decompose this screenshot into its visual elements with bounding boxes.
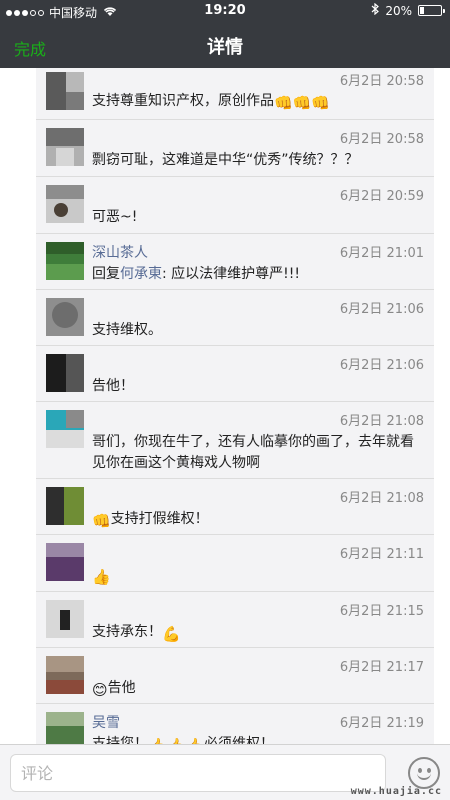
avatar[interactable] [46,298,84,336]
comment-item[interactable]: 6月2日 20:59 可恶~! [36,176,434,233]
comment-item[interactable]: 6月2日 21:06 告他！ [36,345,434,401]
comment-time: 6月2日 21:11 [339,547,424,562]
watermark: www.huajia.cc [350,786,442,797]
comment-item[interactable]: 6月2日 21:08 哥们，你现在牛了，还有人临摹你的画了，去年就看见你在画这个… [36,401,434,478]
right-status: 20% [371,2,445,18]
avatar[interactable] [46,656,84,694]
comment-time: 6月2日 21:17 [339,660,424,675]
avatar[interactable] [46,185,84,223]
comment-panel: 6月2日 20:58 支持尊重知识产权，原创作品👊👊👊 6月2日 20:58 剽… [36,68,434,744]
commenter-name[interactable]: 深山茶人 [92,242,148,262]
comment-time: 6月2日 21:08 [339,414,424,429]
comment-text: 哥们，你现在牛了，还有人临摹你的画了，去年就看见你在画这个黄梅戏人物啊 [92,434,414,471]
reply-prefix: 回复 [92,266,120,282]
nav-bar: 完成 详情 [0,22,450,68]
comment-item[interactable]: 6月2日 21:17 😊告他 [36,647,434,703]
comment-input[interactable] [10,754,386,792]
comment-body: 支持您！ [92,736,148,744]
thumbs-up-emoji: 👍 [92,568,111,586]
comment-text: 支持您！👍👍👍必须维权！ [92,734,426,744]
avatar[interactable] [46,242,84,280]
comment-item[interactable]: 6月2日 20:58 支持尊重知识产权，原创作品👊👊👊 [36,68,434,119]
comment-text: 告他！ [92,378,134,394]
comment-time: 6月2日 20:58 [339,132,424,147]
comment-item[interactable]: 6月2日 21:11 👍 [36,534,434,591]
comment-time: 6月2日 21:06 [339,302,424,317]
smile-emoji: 😊 [92,681,108,699]
comment-body-tail: 必须维权！ [204,736,275,744]
avatar[interactable] [46,487,84,525]
comment-body: 告他 [107,680,136,696]
comment-bar: www.huajia.cc [0,744,450,800]
battery-percent: 20% [385,3,412,18]
comment-time: 6月2日 21:08 [339,491,424,506]
comment-time: 6月2日 21:06 [339,358,424,373]
page-title: 详情 [207,37,243,58]
comment-text: 剽窃可耻，这难道是中华“优秀”传统？？？ [92,152,359,168]
comment-item[interactable]: 深山茶人 6月2日 21:01 回复何承東: 应以法律维护尊严!!! [36,233,434,289]
comment-time: 6月2日 20:58 [339,74,424,89]
bluetooth-icon [371,2,380,18]
avatar[interactable] [46,600,84,638]
avatar[interactable] [46,712,84,744]
comment-body: 支持尊重知识产权，原创作品 [92,93,274,109]
fist-emoji: 👊 [92,512,111,530]
avatar[interactable] [46,128,84,166]
header: 中国移动 19:20 20% 完成 详情 [0,0,450,68]
comment-time: 6月2日 21:01 [339,246,424,261]
comment-text: 可恶~! [92,209,138,225]
smiley-icon[interactable] [408,757,440,789]
comment-text: 😊告他 [92,678,426,701]
comment-item[interactable]: 6月2日 20:58 剽窃可耻，这难道是中华“优秀”传统？？？ [36,119,434,176]
comment-list-area[interactable]: 6月2日 20:58 支持尊重知识产权，原创作品👊👊👊 6月2日 20:58 剽… [0,68,450,744]
comment-text: 回复何承東: 应以法律维护尊严!!! [92,264,426,285]
flexed-biceps-emoji: 💪 [162,625,181,643]
battery-icon [418,5,445,16]
comment-item[interactable]: 6月2日 21:15 支持承东！💪 [36,591,434,647]
thumbs-up-emoji: 👍👍👍 [148,736,204,744]
status-bar: 中国移动 19:20 20% [0,0,450,22]
commenter-name[interactable]: 吴雪 [92,712,120,732]
comment-item[interactable]: 6月2日 21:08 👊支持打假维权！ [36,478,434,534]
avatar[interactable] [46,543,84,581]
avatar[interactable] [46,72,84,110]
comment-body: 支持打假维权！ [110,511,209,527]
comment-item[interactable]: 吴雪 6月2日 21:19 支持您！👍👍👍必须维权！ [36,703,434,744]
comment-text: 支持承东！💪 [92,622,426,645]
comment-body: 支持承东！ [92,624,162,640]
comment-time: 6月2日 20:59 [339,189,424,204]
comment-time: 6月2日 21:19 [339,716,424,731]
comment-time: 6月2日 21:15 [339,604,424,619]
comment-text: 👊支持打假维权！ [92,509,426,532]
comment-text: 👍 [92,565,426,588]
comment-item[interactable]: 6月2日 21:06 支持维权。 [36,289,434,345]
comment-text: 支持维权。 [92,322,162,338]
comment-body: : 应以法律维护尊严!!! [162,266,301,282]
fist-emoji: 👊👊👊 [274,94,331,112]
avatar[interactable] [46,410,84,448]
avatar[interactable] [46,354,84,392]
reply-mention[interactable]: 何承東 [120,266,162,282]
comment-text: 支持尊重知识产权，原创作品👊👊👊 [92,91,426,114]
battery-level [420,7,424,14]
